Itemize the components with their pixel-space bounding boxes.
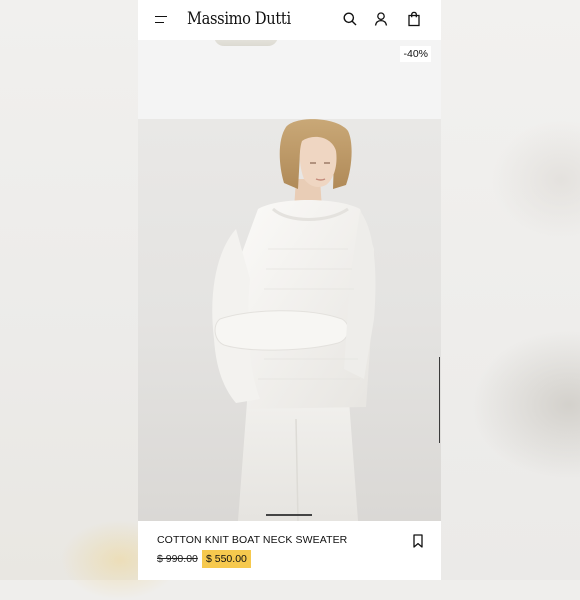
sale-price: $ 550.00 [202, 550, 251, 568]
background-left [0, 0, 180, 600]
original-price: $ 990.00 [157, 553, 198, 565]
background-right [441, 0, 580, 580]
shopping-bag-icon[interactable] [406, 11, 422, 27]
product-title[interactable]: COTTON KNIT BOAT NECK SWEATER [157, 534, 347, 546]
carousel-indicator[interactable] [266, 514, 312, 516]
account-icon[interactable] [373, 11, 389, 27]
brand-logo[interactable]: Massimo Dutti [187, 8, 291, 30]
discount-badge: -40% [400, 46, 431, 62]
scrollbar[interactable] [438, 357, 440, 443]
search-icon[interactable] [342, 11, 358, 27]
previous-product-image[interactable]: -40% [138, 36, 441, 119]
product-info: COTTON KNIT BOAT NECK SWEATER $ 990.00 $… [138, 521, 441, 580]
model-photo [212, 119, 376, 521]
top-navigation-bar: Massimo Dutti [138, 0, 441, 40]
product-image[interactable] [138, 119, 441, 521]
menu-icon[interactable] [155, 14, 169, 26]
bookmark-icon[interactable] [412, 534, 424, 548]
app-screen: Massimo Dutti -40% COTTON KNIT BOAT NECK… [138, 0, 441, 580]
